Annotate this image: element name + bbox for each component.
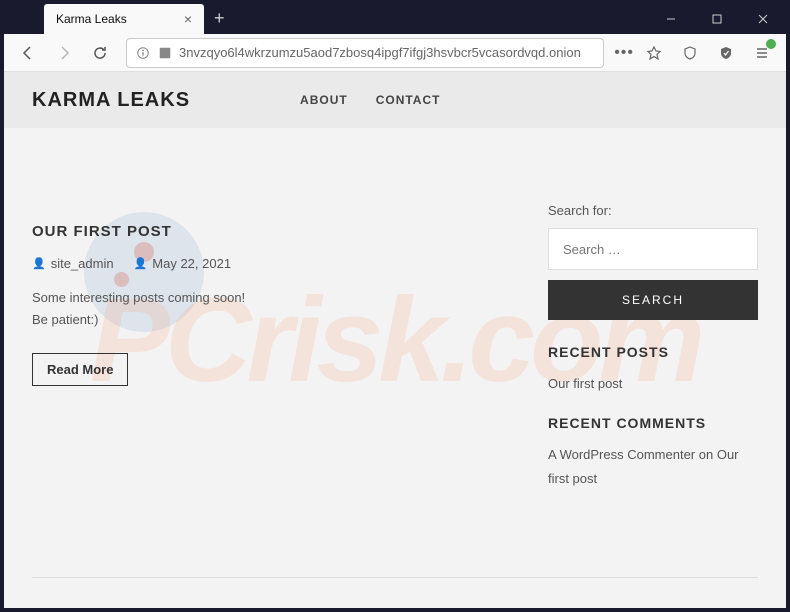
recent-posts-list: Our first post xyxy=(548,372,758,395)
permissions-icon[interactable] xyxy=(157,45,173,61)
window-controls xyxy=(648,4,786,34)
menu-notification-badge xyxy=(766,39,776,49)
recent-comments-title: RECENT COMMENTS xyxy=(548,415,758,431)
tab-title: Karma Leaks xyxy=(56,12,172,26)
commenter-link[interactable]: A WordPress Commenter xyxy=(548,447,695,462)
new-tab-button[interactable]: + xyxy=(204,4,235,33)
recent-comment-item: A WordPress Commenter on Our first post xyxy=(548,443,758,490)
read-more-button[interactable]: Read More xyxy=(32,353,128,386)
close-button[interactable] xyxy=(740,4,786,34)
footer-divider xyxy=(32,577,758,578)
page-content: PCrisk.com KARMA LEAKS ABOUT CONTACT OUR… xyxy=(4,72,786,608)
forward-button[interactable] xyxy=(48,37,80,69)
reload-button[interactable] xyxy=(84,37,116,69)
person-icon: 👤 xyxy=(134,257,148,270)
nav-contact[interactable]: CONTACT xyxy=(376,93,441,107)
comment-on-text: on xyxy=(695,447,717,462)
recent-posts-title: RECENT POSTS xyxy=(548,344,758,360)
page-body: OUR FIRST POST 👤 site_admin 👤 May 22, 20… xyxy=(4,128,786,540)
back-button[interactable] xyxy=(12,37,44,69)
site-info-icon[interactable] xyxy=(135,45,151,61)
sidebar: Search for: SEARCH RECENT POSTS Our firs… xyxy=(548,158,758,510)
search-label: Search for: xyxy=(548,203,758,218)
post-meta: 👤 site_admin 👤 May 22, 2021 xyxy=(32,256,508,271)
shield-icon[interactable] xyxy=(674,37,706,69)
post-title[interactable]: OUR FIRST POST xyxy=(32,223,508,240)
main-column: OUR FIRST POST 👤 site_admin 👤 May 22, 20… xyxy=(32,158,508,510)
excerpt-line: Some interesting posts coming soon! xyxy=(32,287,508,309)
menu-button[interactable] xyxy=(746,37,778,69)
post-date[interactable]: 👤 May 22, 2021 xyxy=(134,256,231,271)
minimize-button[interactable] xyxy=(648,4,694,34)
date-text: May 22, 2021 xyxy=(152,256,231,271)
site-header: KARMA LEAKS ABOUT CONTACT xyxy=(4,72,786,128)
nav-about[interactable]: ABOUT xyxy=(300,93,348,107)
url-input[interactable] xyxy=(179,45,595,60)
site-nav: ABOUT CONTACT xyxy=(300,93,440,107)
author-name: site_admin xyxy=(51,256,114,271)
url-bar[interactable] xyxy=(126,38,604,68)
tab-close-icon[interactable]: × xyxy=(180,11,196,27)
titlebar: Karma Leaks × + xyxy=(4,4,786,34)
bookmark-icon[interactable] xyxy=(638,37,670,69)
search-input[interactable] xyxy=(548,228,758,270)
maximize-button[interactable] xyxy=(694,4,740,34)
browser-window: Karma Leaks × + ••• PCrisk.com xyxy=(0,0,790,612)
recent-post-link[interactable]: Our first post xyxy=(548,376,622,391)
person-icon: 👤 xyxy=(32,257,46,270)
browser-toolbar: ••• xyxy=(4,34,786,72)
site-title[interactable]: KARMA LEAKS xyxy=(32,89,190,112)
browser-tab[interactable]: Karma Leaks × xyxy=(44,4,204,34)
security-level-icon[interactable] xyxy=(710,37,742,69)
post-excerpt: Some interesting posts coming soon! Be p… xyxy=(32,287,508,331)
post-author[interactable]: 👤 site_admin xyxy=(32,256,114,271)
excerpt-line: Be patient:) xyxy=(32,309,508,331)
search-button[interactable]: SEARCH xyxy=(548,280,758,320)
page-actions-icon[interactable]: ••• xyxy=(614,44,634,62)
